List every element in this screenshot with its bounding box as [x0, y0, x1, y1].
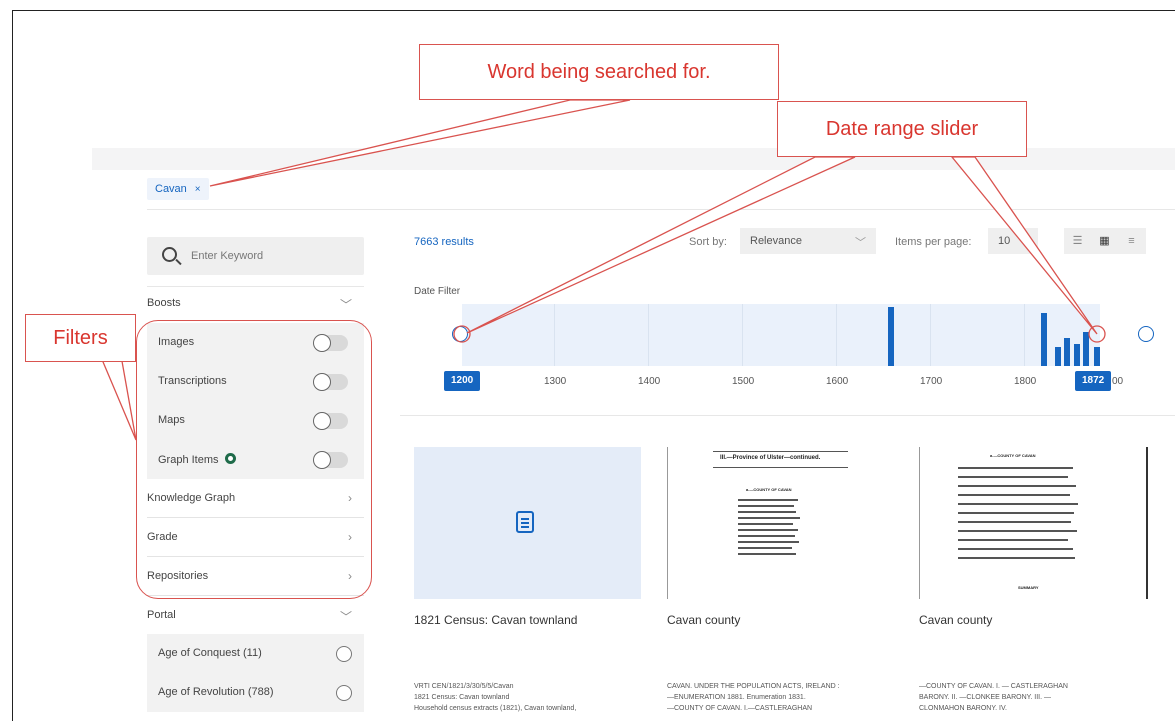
filters-highlight [136, 320, 372, 599]
boosts-label: Boosts [147, 297, 181, 309]
chevron-down-icon: ﹀ [339, 610, 352, 624]
desc-line: CAVAN. UNDER THE POPULATION ACTS, IRELAN… [667, 683, 840, 690]
date-histogram-bar [1054, 347, 1061, 366]
date-gridline [554, 304, 555, 366]
date-tick-label: 00 [1112, 376, 1124, 387]
boosts-section-header[interactable]: Boosts ﹀ [147, 284, 364, 323]
chevron-down-icon: ﹀ [855, 237, 866, 249]
sort-select[interactable]: Relevance ﹀ [740, 228, 876, 254]
search-term-label: Cavan [155, 183, 187, 195]
date-tick-label: 1300 [544, 376, 567, 387]
date-gridline [742, 304, 743, 366]
card-title[interactable]: 1821 Census: Cavan townland [414, 613, 577, 627]
portal-section-header[interactable]: Portal ﹀ [147, 596, 364, 635]
scan-heading: III.—Province of Ulster—continued. [720, 455, 821, 461]
card-description: VRTI CEN/1821/3/30/5/5/Cavan 1821 Census… [414, 681, 576, 714]
desc-line: VRTI CEN/1821/3/30/5/5/Cavan [414, 683, 514, 690]
annotation-date-slider: Date range slider [777, 101, 1027, 157]
date-histogram-bar [1073, 344, 1080, 366]
card-title[interactable]: Cavan county [919, 613, 992, 627]
grid-icon[interactable]: ▦ [1091, 228, 1118, 254]
date-gridline [836, 304, 837, 366]
date-gridline [930, 304, 931, 366]
date-gridline [648, 304, 649, 366]
portal-radio[interactable] [336, 646, 352, 662]
desc-line: —COUNTY OF CAVAN. I.—CASTLERAGHAN [667, 705, 813, 712]
card-title[interactable]: Cavan county [667, 613, 740, 627]
compact-list-icon[interactable]: ≡ [1118, 228, 1145, 254]
annotation-filters: Filters [25, 314, 136, 362]
card-thumbnail[interactable]: III.—Province of Ulster—continued. a.—CO… [667, 447, 894, 599]
scan-subheading: a.—COUNTY OF CAVAN [746, 487, 792, 492]
date-histogram [462, 304, 1101, 366]
desc-line: CLONMAHON BARONY. IV. [919, 705, 1007, 712]
chevron-down-icon: ﹀ [339, 298, 352, 312]
document-icon [516, 511, 534, 533]
portal-radio[interactable] [336, 685, 352, 701]
desc-line: Household census extracts (1821), Cavan … [414, 705, 577, 712]
list-icon[interactable]: ☰ [1064, 228, 1091, 254]
search-term-chip[interactable]: Cavan × [147, 178, 209, 200]
date-tick-label: 1700 [920, 376, 943, 387]
scan-footer: SUMMARY [1018, 585, 1039, 590]
date-range-max-handle[interactable] [1137, 326, 1154, 342]
date-histogram-bar [1094, 347, 1101, 366]
scan-heading: a.—COUNTY OF CAVAN [990, 453, 1036, 458]
items-per-page-label: Items per page: [895, 236, 972, 248]
date-range-max-value: 1872 [1075, 371, 1112, 391]
search-icon [162, 247, 177, 262]
date-histogram-bar [1083, 331, 1090, 366]
divider [147, 209, 1175, 210]
date-range-min-handle[interactable] [452, 326, 468, 342]
date-tick-label: 1600 [826, 376, 849, 387]
card-thumbnail[interactable]: a.—COUNTY OF CAVAN SUMMARY [919, 447, 1148, 599]
sort-label: Sort by: [689, 236, 727, 248]
date-histogram-bar [1040, 313, 1047, 366]
date-tick-label: 1500 [732, 376, 755, 387]
desc-line: 1821 Census: Cavan townland [414, 694, 510, 701]
view-toggle-group: ☰ ▦ ≡ [1064, 228, 1146, 254]
sort-value: Relevance [750, 235, 802, 247]
date-gridline [1024, 304, 1025, 366]
date-histogram-bar [887, 307, 894, 366]
portal-item-label: Age of Conquest (11) [158, 647, 262, 659]
date-range-min-value: 1200 [444, 371, 481, 391]
date-tick-label: 1400 [638, 376, 661, 387]
date-filter-label: Date Filter [414, 286, 461, 297]
remove-chip-icon[interactable]: × [195, 184, 201, 195]
items-per-page-value: 10 [998, 235, 1011, 247]
divider [400, 415, 1175, 416]
results-count: 7663 results [414, 236, 474, 248]
date-histogram-bar [1064, 338, 1071, 366]
desc-line: —COUNTY OF CAVAN. I. — CASTLERAGHAN [919, 683, 1068, 690]
items-per-page-select[interactable]: 10 [988, 228, 1038, 254]
keyword-search-box[interactable] [147, 237, 364, 275]
portal-item[interactable]: Age of Revolution (788) [147, 673, 364, 712]
annotation-search-word: Word being searched for. [419, 44, 779, 100]
card-thumbnail[interactable] [414, 447, 641, 599]
card-description: CAVAN. UNDER THE POPULATION ACTS, IRELAN… [667, 681, 840, 714]
desc-line: BARONY. II. —CLONKEE BARONY. III. — [919, 694, 1052, 701]
portal-label: Portal [147, 609, 176, 621]
date-tick-label: 1800 [1014, 376, 1037, 387]
keyword-input[interactable] [191, 246, 351, 266]
card-description: —COUNTY OF CAVAN. I. — CASTLERAGHAN BARO… [919, 681, 1068, 714]
portal-item-label: Age of Revolution (788) [158, 686, 274, 698]
portal-item[interactable]: Age of Conquest (11) [147, 634, 364, 673]
desc-line: —ENUMERATION 1881. Enumeration 1831. [667, 694, 806, 701]
